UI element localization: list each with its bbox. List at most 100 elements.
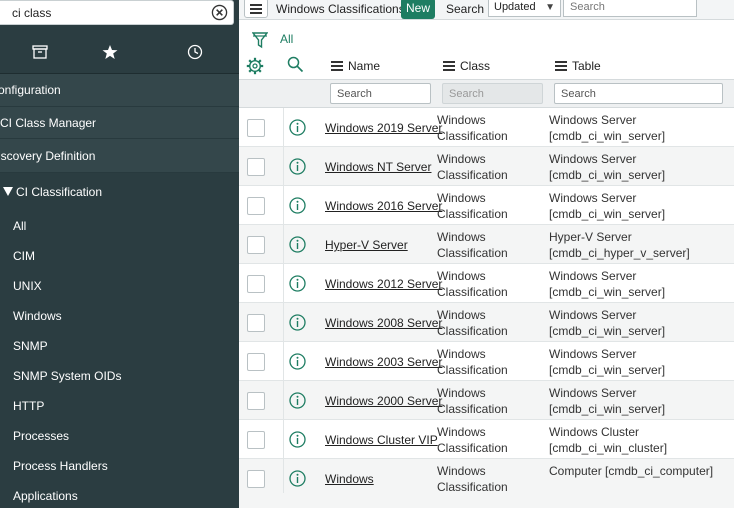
filter-icon[interactable]	[252, 32, 268, 49]
navigator-filter-value: ci class	[12, 6, 52, 20]
info-icon[interactable]	[289, 314, 306, 331]
row-select-checkbox[interactable]	[247, 431, 265, 449]
list-search-input[interactable]: Search	[563, 0, 697, 17]
record-table: Windows Server [cmdb_ci_win_server]	[549, 152, 666, 182]
column-divider	[283, 147, 284, 185]
hamburger-icon	[250, 4, 262, 14]
breadcrumb-all-link[interactable]: All	[280, 32, 293, 46]
column-divider	[283, 459, 284, 497]
record-table: Windows Server [cmdb_ci_win_server]	[549, 347, 666, 377]
record-table: Windows Cluster [cmdb_ci_win_cluster]	[549, 425, 668, 455]
column-menu-icon[interactable]	[331, 61, 343, 71]
info-icon[interactable]	[289, 158, 306, 175]
table-row: Windows Cluster VIP Windows Classificatio…	[239, 420, 734, 459]
record-name-link[interactable]: Hyper-V Server	[325, 238, 408, 252]
row-select-checkbox[interactable]	[247, 275, 265, 293]
nav-item-all[interactable]: All	[0, 211, 239, 241]
search-field-select[interactable]: Updated ▼	[488, 0, 561, 17]
row-select-checkbox[interactable]	[247, 197, 265, 215]
search-field-value: Updated	[494, 1, 536, 13]
row-select-checkbox[interactable]	[247, 314, 265, 332]
table-row: Windows 2000 Server Windows Classificatio…	[239, 381, 734, 420]
row-select-checkbox[interactable]	[247, 392, 265, 410]
column-header-class[interactable]: Class	[443, 59, 490, 73]
table-row: Windows Windows Classification Computer [c…	[239, 459, 734, 497]
nav-item-process-handlers[interactable]: Process Handlers	[0, 451, 239, 481]
list-footer	[239, 493, 734, 508]
name-column-search-input[interactable]: Search	[330, 83, 431, 104]
row-select-checkbox[interactable]	[247, 470, 265, 488]
table-row: Windows NT Server Windows Classification W…	[239, 147, 734, 186]
record-name-link[interactable]: Windows 2019 Server	[325, 121, 442, 135]
record-name-link[interactable]: Windows 2003 Server	[325, 355, 442, 369]
column-divider	[283, 420, 284, 458]
column-divider	[283, 303, 284, 341]
record-name-link[interactable]: Windows NT Server	[325, 160, 431, 174]
clock-icon	[187, 44, 203, 60]
navigator-filter-input[interactable]: ci class	[0, 0, 234, 25]
nav-item-unix[interactable]: UNIX	[0, 271, 239, 301]
nav-item-http[interactable]: HTTP	[0, 391, 239, 421]
info-icon[interactable]	[289, 431, 306, 448]
nav-item-applications[interactable]: Applications	[0, 481, 239, 508]
column-menu-icon[interactable]	[555, 61, 567, 71]
row-select-checkbox[interactable]	[247, 119, 265, 137]
info-icon[interactable]	[289, 392, 306, 409]
nav-module-ci-class-manager[interactable]: CI Class Manager	[0, 107, 239, 139]
star-icon	[102, 45, 118, 59]
nav-module-configuration[interactable]: onfiguration	[0, 74, 239, 107]
info-icon[interactable]	[289, 353, 306, 370]
nav-module-discovery-definition[interactable]: iscovery Definition	[0, 139, 239, 173]
list-context-menu-button[interactable]	[244, 0, 268, 18]
info-icon[interactable]	[289, 236, 306, 253]
column-divider	[283, 225, 284, 263]
gear-icon[interactable]	[246, 57, 264, 75]
column-header-row: Name Class Table	[239, 52, 734, 80]
record-class: Windows Classification	[437, 308, 508, 338]
record-name-link[interactable]: Windows 2012 Server	[325, 277, 442, 291]
nav-item-cim[interactable]: CIM	[0, 241, 239, 271]
row-select-checkbox[interactable]	[247, 236, 265, 254]
list-header: Windows Classifications New Search Updat…	[239, 0, 734, 20]
column-header-table[interactable]: Table	[555, 59, 601, 73]
record-name-link[interactable]: Windows 2000 Server	[325, 394, 442, 408]
row-select-checkbox[interactable]	[247, 353, 265, 371]
column-menu-icon[interactable]	[443, 61, 455, 71]
clear-filter-icon[interactable]	[211, 4, 228, 21]
nav-item-snmp[interactable]: SNMP	[0, 331, 239, 361]
info-icon[interactable]	[289, 119, 306, 136]
class-column-search-input: Search	[442, 83, 543, 104]
nav-section-ci-classification[interactable]: CI Classification	[0, 176, 239, 208]
info-icon[interactable]	[289, 275, 306, 292]
nav-item-snmp-system-oids[interactable]: SNMP System OIDs	[0, 361, 239, 391]
tab-history[interactable]	[155, 30, 235, 74]
column-divider	[283, 264, 284, 302]
record-name-link[interactable]: Windows Cluster VIP	[325, 433, 438, 447]
record-name-link[interactable]: Windows	[325, 472, 374, 486]
row-select-checkbox[interactable]	[247, 158, 265, 176]
table-column-search-input[interactable]: Search	[554, 83, 723, 104]
info-icon[interactable]	[289, 197, 306, 214]
nav-item-processes[interactable]: Processes	[0, 421, 239, 451]
table-row: Hyper-V Server Windows Classification Hype…	[239, 225, 734, 264]
record-name-link[interactable]: Windows 2008 Server	[325, 316, 442, 330]
info-icon[interactable]	[289, 470, 306, 487]
tab-all-apps[interactable]	[0, 30, 80, 74]
record-name-link[interactable]: Windows 2016 Server	[325, 199, 442, 213]
column-divider	[283, 186, 284, 224]
record-class: Windows Classification	[437, 464, 508, 494]
record-class: Windows Classification	[437, 230, 508, 260]
nav-item-windows[interactable]: Windows	[0, 301, 239, 331]
search-icon[interactable]	[287, 56, 304, 73]
search-label: Search	[446, 2, 485, 16]
table-row: Windows 2016 Server Windows Classificatio…	[239, 186, 734, 225]
column-divider	[283, 108, 284, 146]
table-row: Windows 2003 Server Windows Classificatio…	[239, 342, 734, 381]
tab-favorites[interactable]	[70, 30, 150, 74]
new-button[interactable]: New	[401, 0, 436, 19]
record-class: Windows Classification	[437, 269, 508, 299]
record-table: Windows Server [cmdb_ci_win_server]	[549, 191, 666, 221]
filter-breadcrumb: All	[239, 28, 734, 50]
record-class: Windows Classification	[437, 113, 508, 143]
column-header-name[interactable]: Name	[331, 59, 380, 73]
